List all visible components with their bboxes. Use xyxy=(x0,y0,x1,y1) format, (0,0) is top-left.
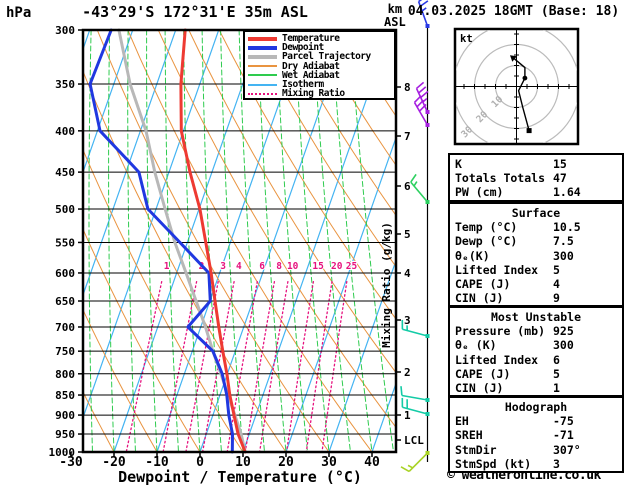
svg-text:1: 1 xyxy=(404,409,411,422)
wind-barb xyxy=(400,386,430,402)
svg-text:25: 25 xyxy=(346,261,358,272)
svg-text:700: 700 xyxy=(55,321,75,334)
svg-text:7: 7 xyxy=(404,130,411,143)
svg-text:800: 800 xyxy=(55,368,75,381)
svg-text:3: 3 xyxy=(220,261,226,272)
altitude-axis-unit: km ASL xyxy=(384,2,406,29)
most-unstable-box: Most Unstable Pressure (mb) 925 θₑ (K) 300… xyxy=(448,306,624,397)
surface-row-thetae: θₑ(K) 300 xyxy=(455,248,574,263)
legend: Temperature Dewpoint Parcel Trajectory D… xyxy=(243,30,396,100)
mu-row-pressure: Pressure (mb) 925 xyxy=(455,324,574,339)
stat-row-totals: Totals Totals 47 xyxy=(455,171,567,186)
surface-box: Surface Temp (°C) 10.5 Dewp (°C) 7.5 θₑ(K)… xyxy=(448,202,624,307)
svg-text:15: 15 xyxy=(312,261,324,272)
pressure-axis-unit: hPa xyxy=(6,5,32,21)
mu-row-cin: CIN (J) 1 xyxy=(455,380,560,395)
svg-text:10: 10 xyxy=(287,261,299,272)
stat-row-k: K 15 xyxy=(455,157,567,171)
hodo-row-sreh: SREH -71 xyxy=(455,428,574,443)
hodo-row-stmdir: StmDir 307° xyxy=(455,442,581,457)
svg-text:950: 950 xyxy=(55,428,75,441)
mu-row-cape: CAPE (J) 5 xyxy=(455,366,560,381)
dry-adiabat-line-sample xyxy=(248,65,277,68)
hodograph-stats-box: Hodograph EH -75 SREH -71 StmDir 307° StmSp… xyxy=(448,396,624,473)
svg-text:2: 2 xyxy=(404,366,411,379)
legend-item-mixing-ratio: Mixing Ratio xyxy=(245,88,394,99)
svg-text:350: 350 xyxy=(55,78,75,91)
svg-text:850: 850 xyxy=(55,389,75,402)
run-datetime: 04.03.2025 18GMT (Base: 18) xyxy=(407,4,620,19)
hodograph-unit-label: kt xyxy=(460,33,473,45)
svg-text:6: 6 xyxy=(259,261,265,272)
surface-row-cin: CIN (J) 9 xyxy=(455,291,560,306)
dewpoint-line-sample xyxy=(248,45,277,50)
svg-text:4: 4 xyxy=(236,261,242,272)
parcel-line-sample xyxy=(248,54,277,59)
svg-text:500: 500 xyxy=(55,203,75,216)
km-asl-axis: 8 7 6 5 4 3 2 1 LCL xyxy=(396,81,424,447)
svg-text:400: 400 xyxy=(55,125,75,138)
stat-row-pw: PW (cm) 1.64 xyxy=(455,185,581,200)
pressure-tick-labels: 300 350 400 450 500 550 600 650 700 750 800 850 900 9… xyxy=(49,24,83,459)
mixing-ratio-line-sample xyxy=(248,92,277,95)
isotherm-line-sample xyxy=(248,83,277,86)
surface-title: Surface xyxy=(511,206,561,220)
svg-text:3: 3 xyxy=(404,314,411,327)
surface-row-temp: Temp (°C) 10.5 xyxy=(455,220,581,235)
svg-text:LCL: LCL xyxy=(404,434,424,447)
svg-text:8: 8 xyxy=(404,81,411,94)
svg-text:6: 6 xyxy=(404,180,411,193)
temperature-line-sample xyxy=(248,36,277,41)
wind-barb xyxy=(410,173,430,204)
svg-text:550: 550 xyxy=(55,236,75,249)
hodograph-stats-title: Hodograph xyxy=(504,400,568,414)
indices-box: K 15 Totals Totals 47 PW (cm) 1.64 xyxy=(448,153,624,202)
svg-text:900: 900 xyxy=(55,409,75,422)
page-title: -43°29'S 172°31'E 35m ASL xyxy=(82,3,308,21)
hodo-row-eh: EH -75 xyxy=(455,414,574,429)
svg-text:8: 8 xyxy=(276,261,282,272)
svg-text:300: 300 xyxy=(55,24,75,37)
svg-text:750: 750 xyxy=(55,345,75,358)
svg-text:1: 1 xyxy=(164,261,170,272)
hodo-row-stmspd: StmSpd (kt) 3 xyxy=(455,456,560,471)
svg-text:4: 4 xyxy=(404,267,411,280)
mu-row-li: Lifted Index 6 xyxy=(455,352,560,367)
surface-row-cape: CAPE (J) 4 xyxy=(455,276,560,291)
most-unstable-title: Most Unstable xyxy=(490,310,581,324)
surface-row-li: Lifted Index 5 xyxy=(455,262,560,277)
mu-row-thetae: θₑ (K) 300 xyxy=(455,338,574,353)
skewt-sounding-page: 1 2 3 4 6 8 10 15 20 25 300 350 400 450 500 550 600 650 70… xyxy=(0,0,629,486)
wet-adiabat-line-sample xyxy=(248,74,277,77)
x-axis-title: Dewpoint / Temperature (°C) xyxy=(118,468,362,486)
svg-text:650: 650 xyxy=(55,295,75,308)
surface-row-dewp: Dewp (°C) 7.5 xyxy=(455,234,574,249)
mixing-ratio-axis-label: Mixing Ratio (g/kg) xyxy=(380,222,393,348)
svg-text:5: 5 xyxy=(404,228,411,241)
svg-text:450: 450 xyxy=(55,166,75,179)
svg-text:600: 600 xyxy=(55,267,75,280)
svg-text:20: 20 xyxy=(331,261,343,272)
